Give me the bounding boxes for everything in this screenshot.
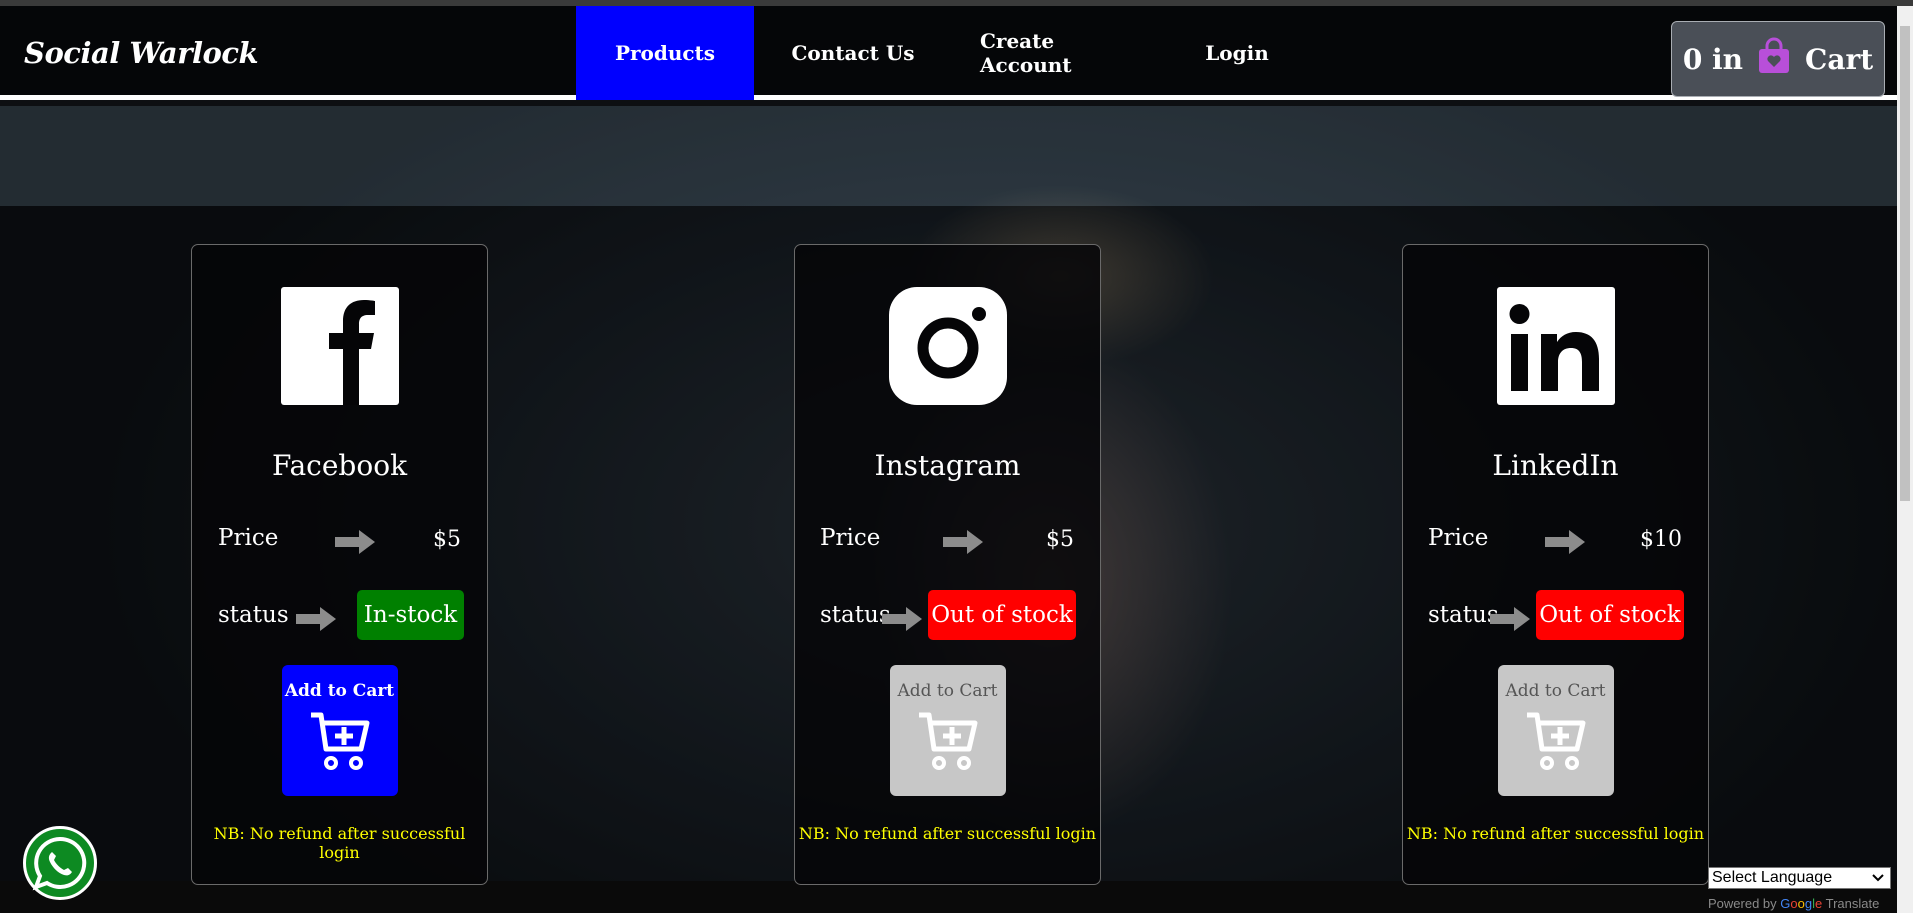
powered-by-label: Powered by bbox=[1708, 896, 1777, 911]
product-card-instagram: Instagram Price $5 status Out of stock A… bbox=[794, 244, 1101, 885]
brand-logo[interactable]: Social Warlock bbox=[24, 36, 259, 70]
google-letter: o bbox=[1790, 896, 1798, 911]
shopping-bag-icon bbox=[1755, 37, 1793, 82]
facebook-icon bbox=[280, 287, 399, 405]
cart-label: Cart bbox=[1805, 42, 1874, 76]
whatsapp-chat-button[interactable] bbox=[23, 826, 97, 900]
status-badge: Out of stock bbox=[1536, 590, 1684, 640]
product-card-facebook: Facebook Price $5 status In-stock Add to… bbox=[191, 244, 488, 885]
add-cart-icon bbox=[918, 712, 977, 770]
nav-create-account[interactable]: Create Account bbox=[952, 6, 1172, 100]
nav-products[interactable]: Products bbox=[576, 6, 754, 100]
price-value: $5 bbox=[433, 527, 461, 552]
arrow-right-icon bbox=[296, 607, 336, 631]
price-value: $5 bbox=[1046, 527, 1074, 552]
add-to-cart-label: Add to Cart bbox=[284, 681, 395, 701]
status-badge: In-stock bbox=[357, 590, 464, 640]
chevron-down-icon bbox=[1872, 869, 1884, 887]
refund-note: NB: No refund after successful login bbox=[798, 824, 1097, 843]
footer-strip bbox=[0, 881, 1913, 913]
cart-count: 0 in bbox=[1682, 42, 1744, 76]
product-name: LinkedIn bbox=[1492, 449, 1619, 482]
add-to-cart-label: Add to Cart bbox=[897, 681, 998, 701]
nav-login[interactable]: Login bbox=[1172, 6, 1302, 100]
status-badge: Out of stock bbox=[928, 590, 1076, 640]
add-to-cart-label: Add to Cart bbox=[1505, 681, 1606, 701]
google-logo-text: Google bbox=[1780, 896, 1822, 911]
hero-background-band bbox=[0, 106, 1913, 206]
product-name: Facebook bbox=[271, 449, 408, 482]
scrollbar-thumb[interactable] bbox=[1900, 26, 1910, 501]
price-label: Price bbox=[1428, 525, 1489, 551]
language-select[interactable]: Select Language bbox=[1708, 867, 1891, 889]
status-label: status bbox=[820, 602, 891, 628]
price-value: $10 bbox=[1640, 527, 1682, 552]
add-to-cart-button[interactable]: Add to Cart bbox=[281, 665, 398, 796]
arrow-right-icon bbox=[882, 607, 922, 631]
main-nav: Products Contact Us Create Account Login bbox=[576, 6, 1302, 100]
google-letter: G bbox=[1780, 896, 1791, 911]
translate-link[interactable]: Translate bbox=[1826, 896, 1880, 911]
nav-contact-us[interactable]: Contact Us bbox=[754, 6, 952, 100]
vertical-scrollbar[interactable] bbox=[1897, 6, 1913, 913]
refund-note: NB: No refund after successful login bbox=[1406, 824, 1705, 843]
arrow-right-icon bbox=[1545, 530, 1585, 554]
add-to-cart-button-disabled[interactable]: Add to Cart bbox=[1497, 665, 1614, 796]
powered-by-google-translate: Powered by Google Translate bbox=[1708, 896, 1879, 911]
add-to-cart-button-disabled[interactable]: Add to Cart bbox=[889, 665, 1006, 796]
arrow-right-icon bbox=[943, 530, 983, 554]
price-label: Price bbox=[820, 525, 881, 551]
google-letter: e bbox=[1815, 896, 1823, 911]
linkedin-icon bbox=[1496, 287, 1615, 405]
refund-note: NB: No refund after successful login bbox=[213, 824, 466, 862]
google-letter: o bbox=[1797, 896, 1805, 911]
product-card-linkedin: LinkedIn Price $10 status Out of stock A… bbox=[1402, 244, 1709, 885]
whatsapp-icon bbox=[32, 836, 87, 891]
arrow-right-icon bbox=[1490, 607, 1530, 631]
instagram-icon bbox=[888, 287, 1007, 405]
language-select-value: Select Language bbox=[1712, 869, 1833, 886]
add-cart-icon bbox=[1526, 712, 1585, 770]
price-label: Price bbox=[218, 525, 279, 551]
add-cart-icon bbox=[310, 712, 369, 770]
product-name: Instagram bbox=[874, 449, 1021, 482]
arrow-right-icon bbox=[335, 530, 375, 554]
top-navbar: Social Warlock Products Contact Us Creat… bbox=[0, 6, 1913, 100]
status-label: status bbox=[1428, 602, 1499, 628]
status-label: status bbox=[218, 602, 289, 628]
cart-button[interactable]: 0 in Cart bbox=[1671, 21, 1885, 97]
